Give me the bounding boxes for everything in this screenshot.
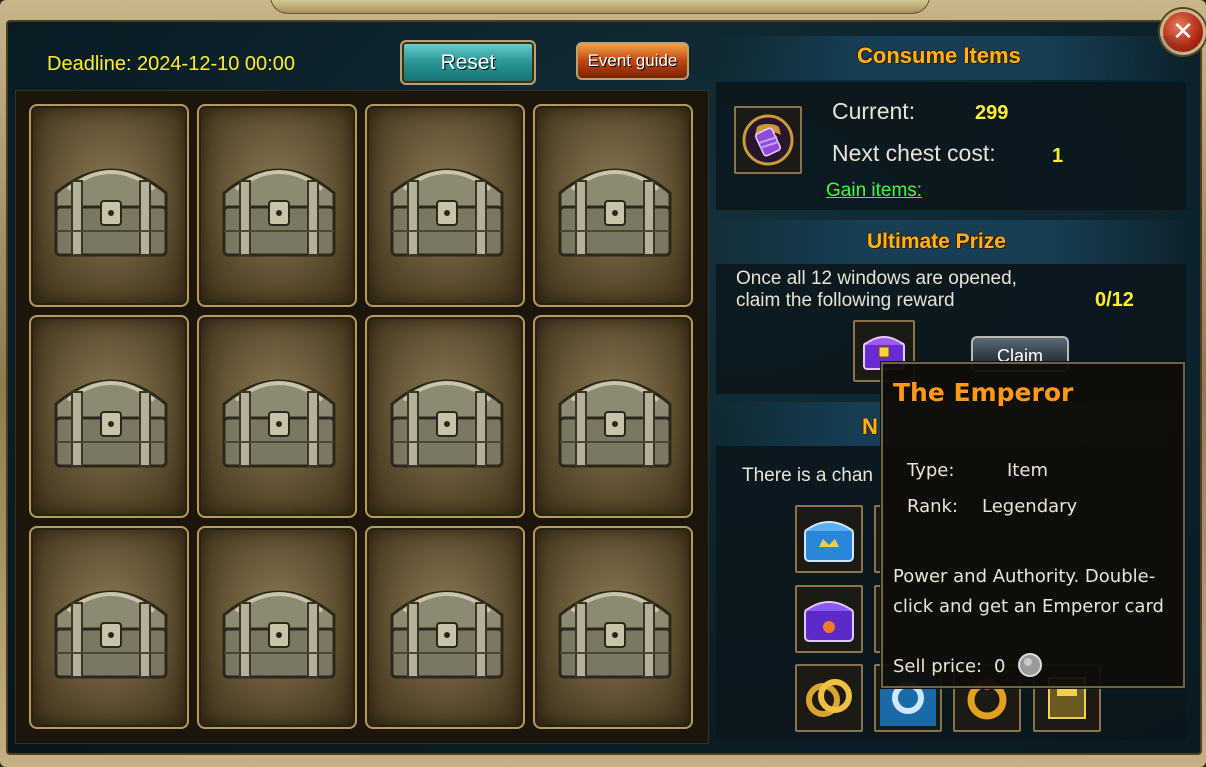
item-tooltip: The Emperor Type: Item Rank: Legendary P…: [881, 362, 1185, 688]
chest-window[interactable]: [533, 526, 693, 729]
reward-slot-rings[interactable]: [795, 664, 863, 732]
treasure-chest-icon: [222, 168, 336, 257]
silver-coin-icon: [1018, 653, 1042, 677]
tooltip-rank-value: Legendary: [982, 496, 1078, 517]
treasure-chest-icon: [390, 168, 504, 257]
gem-token-icon: [742, 114, 794, 166]
chest-window[interactable]: [29, 104, 189, 307]
reset-button[interactable]: Reset: [400, 40, 536, 85]
gold-rings-icon: [806, 679, 852, 717]
tooltip-sell-label: Sell price:: [893, 656, 983, 677]
reward-slot-blue-chest[interactable]: [795, 505, 863, 573]
current-value: 299: [975, 102, 1009, 124]
deadline-text: Deadline: 2024-12-10 00:00: [47, 53, 295, 75]
chest-window[interactable]: [533, 315, 693, 518]
treasure-chest-icon: [558, 168, 672, 257]
treasure-chest-icon: [54, 168, 168, 257]
event-guide-button[interactable]: Event guide: [576, 42, 689, 80]
chest-grid: [15, 90, 709, 744]
next-chest-cost-label: Next chest cost:: [832, 140, 996, 166]
ultimate-desc-line1: Once all 12 windows are opened,: [736, 268, 1017, 289]
treasure-chest-icon: [54, 590, 168, 679]
tooltip-sell-value: 0: [994, 656, 1006, 677]
top-ornament: [270, 0, 930, 14]
tooltip-type-label: Type:: [907, 460, 955, 481]
treasure-chest-icon: [54, 379, 168, 468]
tooltip-title: The Emperor: [893, 378, 1074, 407]
tooltip-rank-label: Rank:: [907, 496, 959, 517]
chest-window[interactable]: [197, 315, 357, 518]
consume-title: Consume Items: [857, 43, 1021, 68]
chest-window[interactable]: [29, 526, 189, 729]
ultimate-title: Ultimate Prize: [867, 230, 1006, 253]
chest-window[interactable]: [29, 315, 189, 518]
next-section-desc: There is a chan: [742, 465, 873, 486]
chest-window[interactable]: [197, 526, 357, 729]
reset-button-label: Reset: [440, 50, 496, 74]
tooltip-description: Power and Authority. Double-click and ge…: [893, 566, 1164, 617]
chest-window[interactable]: [533, 104, 693, 307]
ultimate-progress: 0/12: [1095, 289, 1134, 311]
reward-slot-purple-chest[interactable]: [795, 585, 863, 653]
ultimate-desc-line2: claim the following reward: [736, 290, 955, 311]
treasure-chest-icon: [558, 379, 672, 468]
chest-window[interactable]: [365, 315, 525, 518]
current-label: Current:: [832, 98, 916, 124]
tooltip-type-value: Item: [1007, 460, 1048, 481]
chest-window[interactable]: [365, 104, 525, 307]
next-section-title: N: [862, 414, 878, 439]
next-chest-cost-value: 1: [1052, 145, 1064, 167]
gain-items-link[interactable]: Gain items:: [826, 180, 922, 202]
treasure-chest-icon: [390, 590, 504, 679]
treasure-chest-icon: [222, 379, 336, 468]
blue-chest-icon: [804, 521, 854, 562]
chest-window[interactable]: [197, 104, 357, 307]
treasure-chest-icon: [222, 590, 336, 679]
purple-orange-chest-icon: [804, 601, 854, 642]
treasure-chest-icon: [390, 379, 504, 468]
event-guide-label: Event guide: [587, 51, 678, 70]
treasure-chest-icon: [558, 590, 672, 679]
consume-item-slot[interactable]: [734, 106, 802, 174]
chest-window[interactable]: [365, 526, 525, 729]
